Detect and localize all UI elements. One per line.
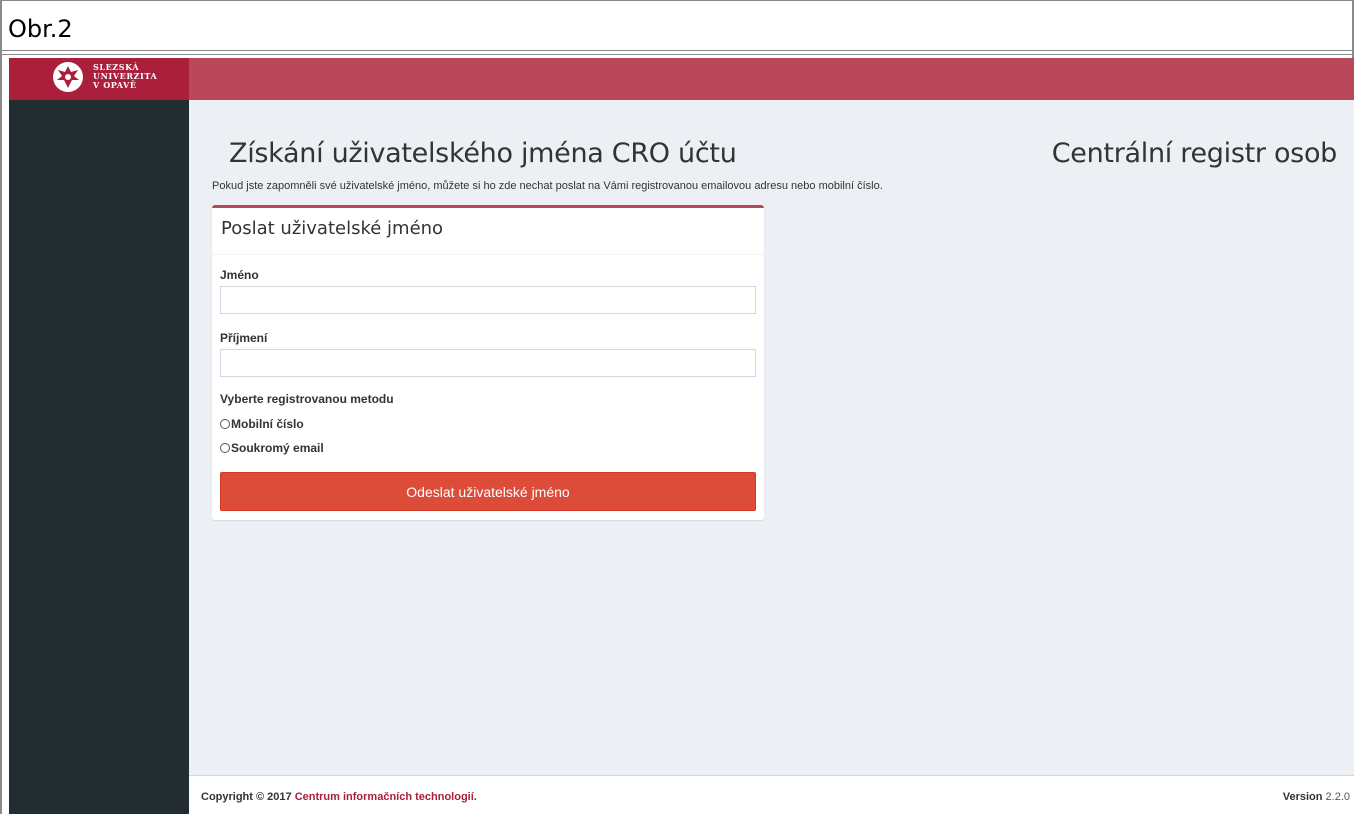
first-name-label: Jméno: [220, 268, 259, 282]
page-description: Pokud jste zapomněli své uživatelské jmé…: [212, 180, 883, 192]
send-username-box: Poslat uživatelské jméno Jméno Příjmení …: [212, 205, 764, 520]
top-navbar: SLEZSKÁ UNIVERZITA V OPAVĚ: [9, 58, 1354, 100]
copyright: Copyright © 2017 Centrum informačních te…: [201, 791, 477, 803]
main-content: Získání uživatelského jména CRO účtu Cen…: [189, 100, 1354, 775]
radio-email[interactable]: [220, 443, 230, 453]
radio-mobile-label: Mobilní číslo: [231, 417, 304, 431]
send-username-button[interactable]: Odeslat uživatelské jméno: [220, 472, 756, 511]
figure-caption: Obr.2: [8, 15, 73, 43]
copyright-suffix: .: [473, 791, 477, 803]
last-name-input[interactable]: [220, 349, 756, 377]
method-label: Vyberte registrovanou metodu: [220, 392, 394, 406]
version-label: Version: [1282, 791, 1323, 803]
radio-email-label: Soukromý email: [231, 441, 324, 455]
caption-divider: [0, 50, 1354, 51]
logo-link[interactable]: SLEZSKÁ UNIVERZITA V OPAVĚ: [9, 58, 189, 100]
caption-divider-second: [0, 54, 1354, 55]
version-info: Version 2.2.0: [1283, 791, 1350, 803]
logo-wordmark: SLEZSKÁ UNIVERZITA V OPAVĚ: [93, 63, 157, 90]
app-name-heading: Centrální registr osob: [1051, 138, 1338, 169]
app-viewport: SLEZSKÁ UNIVERZITA V OPAVĚ Získání uživa…: [9, 58, 1354, 814]
radio-mobile[interactable]: [220, 419, 230, 429]
sidebar: [9, 100, 189, 814]
first-name-input[interactable]: [220, 286, 756, 314]
radio-option-mobile[interactable]: Mobilní číslo: [220, 417, 304, 431]
box-title: Poslat uživatelské jméno: [221, 218, 444, 239]
footer: Copyright © 2017 Centrum informačních te…: [189, 775, 1354, 814]
frame-top-border: [0, 0, 1354, 1]
university-emblem-icon: [53, 62, 83, 92]
cit-link[interactable]: Centrum informačních technologií: [295, 791, 474, 803]
page-title: Získání uživatelského jména CRO účtu: [229, 138, 737, 169]
box-header: Poslat uživatelské jméno: [212, 208, 764, 255]
version-value: 2.2.0: [1325, 791, 1350, 803]
radio-option-email[interactable]: Soukromý email: [220, 441, 324, 455]
last-name-label: Příjmení: [220, 331, 268, 345]
copyright-prefix: Copyright © 2017: [201, 791, 292, 803]
logo-line-3: V OPAVĚ: [93, 80, 137, 90]
frame-left-border: [0, 0, 2, 814]
